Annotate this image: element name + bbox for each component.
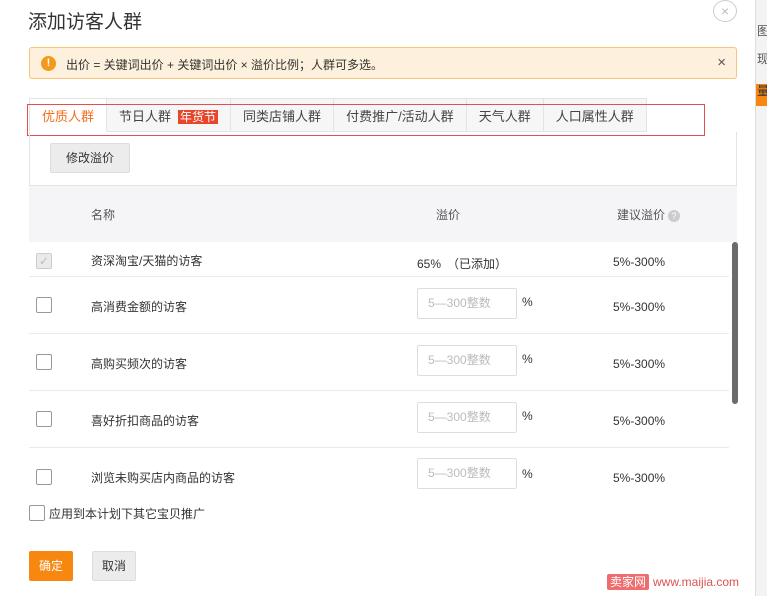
row-premium-value: 65% （已添加）: [417, 257, 508, 271]
cancel-button[interactable]: 取消: [92, 551, 136, 581]
notice-text: 出价 = 关键词出价 + 关键词出价 × 溢价比例；人群可多选。: [66, 58, 384, 72]
background-text: 量: [757, 82, 767, 99]
header-name: 名称: [91, 208, 116, 222]
tab-panel-toolbar: [29, 132, 737, 186]
premium-input[interactable]: 5—300整数: [417, 458, 517, 489]
table-row: 浏览未购买店内商品的访客 5—300整数 % 5%-300%: [29, 448, 729, 500]
row-suggest: 5%-300%: [613, 255, 666, 269]
dialog-close-icon[interactable]: ×: [713, 0, 737, 22]
header-suggest: 建议溢价?: [617, 206, 681, 223]
background-text: 图: [757, 22, 767, 39]
row-name: 资深淘宝/天猫的访客: [91, 254, 203, 268]
row-name: 浏览未购买店内商品的访客: [91, 471, 236, 485]
watermark: 卖家网 www.maijia.com: [607, 573, 739, 590]
premium-input[interactable]: 5—300整数: [417, 288, 517, 319]
add-visitor-group-dialog: 添加访客人群 × ! 出价 = 关键词出价 + 关键词出价 × 溢价比例；人群可…: [0, 0, 755, 596]
percent-unit: %: [522, 467, 533, 481]
table-scrollbar[interactable]: [732, 242, 738, 404]
row-checkbox[interactable]: [36, 411, 52, 427]
row-suggest: 5%-300%: [613, 357, 666, 371]
row-name: 高消费金额的访客: [91, 300, 188, 314]
table-row: 高购买频次的访客 5—300整数 % 5%-300%: [29, 334, 729, 391]
percent-unit: %: [522, 409, 533, 423]
notice-bar: ! 出价 = 关键词出价 + 关键词出价 × 溢价比例；人群可多选。 ×: [29, 47, 737, 79]
apply-all-label: 应用到本计划下其它宝贝推广: [49, 507, 206, 521]
row-checkbox[interactable]: [36, 297, 52, 313]
row-suggest: 5%-300%: [613, 471, 666, 485]
percent-unit: %: [522, 295, 533, 309]
header-suggest-label: 建议溢价: [617, 208, 666, 222]
row-checkbox[interactable]: [36, 469, 52, 485]
percent-unit: %: [522, 352, 533, 366]
premium-input[interactable]: 5—300整数: [417, 345, 517, 376]
table-header: 名称 溢价 建议溢价?: [29, 186, 737, 242]
dialog-title: 添加访客人群: [28, 12, 143, 33]
header-premium: 溢价: [436, 208, 461, 222]
row-suggest: 5%-300%: [613, 300, 666, 314]
background-text: 现: [757, 50, 767, 67]
row-name: 喜好折扣商品的访客: [91, 414, 200, 428]
notice-close-icon[interactable]: ×: [717, 54, 726, 71]
warning-icon: !: [41, 56, 56, 71]
confirm-button[interactable]: 确定: [29, 551, 73, 581]
modify-premium-button[interactable]: 修改溢价: [50, 143, 130, 173]
premium-input[interactable]: 5—300整数: [417, 402, 517, 433]
watermark-brand: 卖家网: [607, 574, 650, 590]
watermark-url: www.maijia.com: [653, 575, 740, 589]
row-suggest: 5%-300%: [613, 414, 666, 428]
background-page-edge: 图 现 量: [755, 0, 767, 596]
row-checkbox[interactable]: [36, 354, 52, 370]
row-name: 高购买频次的访客: [91, 357, 188, 371]
help-icon[interactable]: ?: [668, 209, 681, 222]
row-checkbox: ✓: [36, 253, 52, 269]
table-row: 高消费金额的访客 5—300整数 % 5%-300%: [29, 277, 729, 334]
table-row: ✓ 资深淘宝/天猫的访客 65% （已添加） 5%-300%: [29, 242, 729, 277]
table-row: 喜好折扣商品的访客 5—300整数 % 5%-300%: [29, 391, 729, 448]
apply-all-checkbox[interactable]: [29, 505, 45, 521]
